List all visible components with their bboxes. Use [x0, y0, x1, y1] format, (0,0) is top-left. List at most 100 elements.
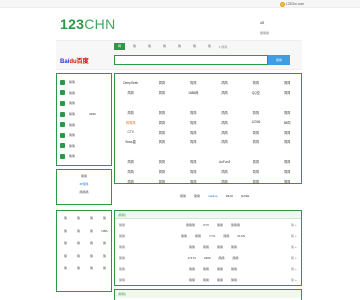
site-link[interactable]: 简简简 — [115, 120, 146, 125]
search-button[interactable]: 简简 — [268, 55, 290, 65]
quick-link[interactable]: NASE — [241, 194, 249, 198]
bottom-left-link[interactable]: 简 — [98, 216, 111, 220]
bottom-left-link[interactable]: 简 — [85, 254, 98, 258]
sidebar-item[interactable]: 简简 — [60, 130, 108, 141]
sidebar-item[interactable]: 简简 — [60, 119, 108, 130]
news-row-label[interactable]: 简简 — [115, 278, 135, 282]
news-link[interactable]: CTV — [203, 223, 209, 227]
quick-link[interactable]: 简简 — [180, 194, 186, 198]
news-more-link[interactable]: 简 » — [291, 223, 301, 227]
site-link[interactable]: 简简 — [209, 169, 240, 174]
search-tab[interactable]: 简 — [129, 43, 140, 50]
sidebar-item[interactable]: 简简 — [60, 151, 108, 162]
bottom-left-link[interactable]: 简 — [85, 216, 98, 220]
news-link[interactable]: 简简 — [219, 256, 225, 260]
site-link[interactable]: 简简 — [209, 110, 240, 115]
news-link[interactable]: 21CN — [237, 234, 245, 238]
news-more-link[interactable]: 简 » — [291, 234, 301, 238]
bottom-left-link[interactable]: 简 — [98, 266, 111, 270]
sidebar-item[interactable]: 简简 4399 — [60, 109, 108, 120]
site-link[interactable]: 简简 — [146, 159, 177, 164]
bottom-left-link[interactable]: 简 — [85, 266, 98, 270]
search-tab[interactable]: 简 — [144, 43, 155, 50]
site-link[interactable]: 简简 — [209, 90, 240, 95]
site-link[interactable]: 简简 — [178, 169, 209, 174]
quick-link[interactable]: mailme — [208, 194, 218, 198]
weather-widget[interactable]: 123Chn.com — [279, 1, 304, 7]
news-row-label[interactable]: 简简 — [115, 234, 135, 238]
site-logo[interactable]: 123CHN — [60, 16, 116, 32]
site-link[interactable]: 12306 — [240, 120, 271, 124]
site-link[interactable]: 简简 — [271, 130, 302, 135]
news-row-label[interactable]: 简简 — [115, 267, 135, 271]
site-link[interactable]: 简简 — [240, 169, 271, 174]
search-tab[interactable]: 简 — [174, 43, 185, 50]
news-link[interactable]: 简简 — [203, 245, 209, 249]
search-tab[interactable]: 简 — [159, 43, 170, 50]
site-link[interactable]: AuFun3 — [209, 160, 240, 164]
news-link[interactable]: 简简 — [203, 267, 209, 271]
site-link[interactable]: 简简 — [178, 120, 209, 125]
site-link[interactable]: 简简 — [240, 179, 271, 184]
site-link[interactable]: 简简 — [240, 139, 271, 144]
site-link[interactable]: 简简 — [271, 169, 302, 174]
bottom-left-link[interactable]: 简 — [72, 254, 85, 258]
news-link[interactable]: 简简 — [231, 267, 237, 271]
news-link[interactable]: 简简 — [217, 245, 223, 249]
search-input[interactable] — [114, 55, 268, 65]
news-link[interactable]: 简简 — [231, 278, 237, 282]
search-tab[interactable]: 网 — [114, 43, 125, 50]
news-more-link[interactable]: 简 » — [291, 278, 301, 282]
bottom-left-link[interactable]: 简 — [72, 266, 85, 270]
sidebar-item-extra[interactable]: 4399 — [89, 112, 96, 116]
news-head[interactable]: [简简] — [115, 211, 301, 219]
news-link[interactable]: 简简 — [223, 234, 229, 238]
news-more-link[interactable]: 简 » — [291, 245, 301, 249]
site-link[interactable]: 简简 — [178, 130, 209, 135]
news-link[interactable]: 简简 — [217, 267, 223, 271]
news-link[interactable]: 简简 — [181, 234, 187, 238]
search-tab[interactable]: 简 — [189, 43, 200, 50]
news-more-link[interactable]: 简 » — [291, 256, 301, 260]
news-link[interactable]: 简简简 — [186, 223, 195, 227]
site-link[interactable]: 简简 — [209, 130, 240, 135]
site-link[interactable]: 简简 — [115, 110, 146, 115]
bottom-left-link[interactable]: 简 — [85, 241, 98, 245]
search-tab[interactable]: 简 — [204, 43, 215, 50]
site-link[interactable]: 简简 — [240, 130, 271, 135]
bottom-left-link[interactable]: 简 — [85, 229, 98, 233]
news-link[interactable]: 17173 — [187, 256, 195, 260]
sidebar-item[interactable]: 简简 — [60, 98, 108, 109]
bottom-left-link[interactable]: 简 — [72, 216, 85, 220]
bottom-left-link[interactable]: 简 — [59, 254, 72, 258]
sidebar-item[interactable]: 简简 — [60, 141, 108, 152]
site-link[interactable]: 简简 — [146, 169, 177, 174]
site-link[interactable]: 简简 — [146, 120, 177, 125]
bottom-left-link[interactable]: 简 — [59, 241, 72, 245]
header-right-line1[interactable]: AB — [260, 18, 269, 28]
news-link[interactable]: 简简 — [195, 234, 201, 238]
bottom-left-link[interactable]: 简 — [59, 216, 72, 220]
site-link[interactable]: Boss直 — [115, 139, 146, 144]
bottom-left-link[interactable]: 简 — [72, 241, 85, 245]
site-link[interactable]: 简简 — [178, 159, 209, 164]
quick-link[interactable]: WHO — [226, 194, 233, 198]
site-link[interactable]: 58同 — [271, 120, 302, 125]
news-link[interactable]: 简简 — [217, 278, 223, 282]
bottom-left-link[interactable]: 简 — [98, 254, 111, 258]
news-row-label[interactable]: 简简 — [115, 223, 135, 227]
site-link[interactable]: 简简 — [146, 90, 177, 95]
sidebar-item[interactable]: 简简 — [60, 77, 108, 88]
news-link[interactable]: 简简 — [203, 278, 209, 282]
site-link[interactable]: 简简 — [146, 179, 177, 184]
site-link[interactable]: 简简 — [178, 110, 209, 115]
site-link[interactable]: 简简 — [271, 159, 302, 164]
site-link[interactable]: 简简 — [209, 139, 240, 144]
site-link[interactable]: 简简 — [209, 80, 240, 85]
news-link[interactable]: YYG — [209, 234, 215, 238]
site-link[interactable]: 简简 — [240, 110, 271, 115]
site-link[interactable]: 简简 — [178, 80, 209, 85]
quick-link[interactable]: 简简 — [194, 194, 200, 198]
site-link[interactable]: 简简 — [146, 130, 177, 135]
site-link[interactable]: 简简 — [115, 169, 146, 174]
